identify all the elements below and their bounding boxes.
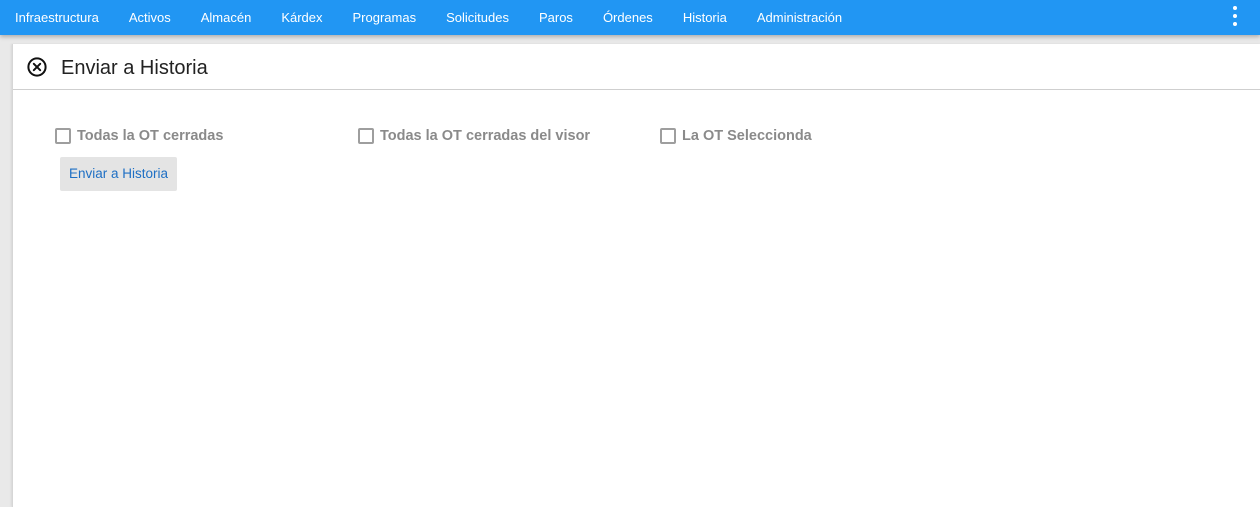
close-circle-icon[interactable] <box>27 57 47 77</box>
nav-item-infraestructura[interactable]: Infraestructura <box>0 0 114 35</box>
nav-item-programas[interactable]: Programas <box>338 0 432 35</box>
nav-item-administracion[interactable]: Administración <box>742 0 857 35</box>
send-to-history-panel: Enviar a Historia Todas la OT cerradas T… <box>12 44 1260 507</box>
top-navbar: Infraestructura Activos Almacén Kárdex P… <box>0 0 1260 35</box>
send-to-history-button[interactable]: Enviar a Historia <box>60 157 178 191</box>
more-dot <box>1233 14 1237 18</box>
checkbox-all-closed-viewer[interactable] <box>358 128 374 144</box>
nav-item-historia[interactable]: Historia <box>668 0 742 35</box>
more-vertical-icon[interactable] <box>1232 6 1238 26</box>
nav-item-solicitudes[interactable]: Solicitudes <box>431 0 524 35</box>
option-all-closed-label: Todas la OT cerradas <box>77 128 224 144</box>
nav-item-kardex[interactable]: Kárdex <box>266 0 337 35</box>
main-nav: Infraestructura Activos Almacén Kárdex P… <box>0 0 857 35</box>
nav-item-ordenes[interactable]: Órdenes <box>588 0 668 35</box>
panel-title: Enviar a Historia <box>61 57 208 79</box>
more-dot <box>1233 6 1237 10</box>
checkbox-selected-ot[interactable] <box>660 128 676 144</box>
nav-item-activos[interactable]: Activos <box>114 0 186 35</box>
option-selected-ot[interactable]: La OT Seleccionda <box>660 128 812 144</box>
option-all-closed-viewer-label: Todas la OT cerradas del visor <box>380 128 591 144</box>
checkbox-all-closed[interactable] <box>55 128 71 144</box>
option-all-closed-viewer[interactable]: Todas la OT cerradas del visor <box>358 128 590 144</box>
option-selected-ot-label: La OT Seleccionda <box>682 128 812 144</box>
option-all-closed[interactable]: Todas la OT cerradas <box>55 128 223 144</box>
panel-header: Enviar a Historia <box>13 44 1260 90</box>
more-dot <box>1233 22 1237 26</box>
nav-item-paros[interactable]: Paros <box>524 0 588 35</box>
nav-item-almacen[interactable]: Almacén <box>186 0 267 35</box>
